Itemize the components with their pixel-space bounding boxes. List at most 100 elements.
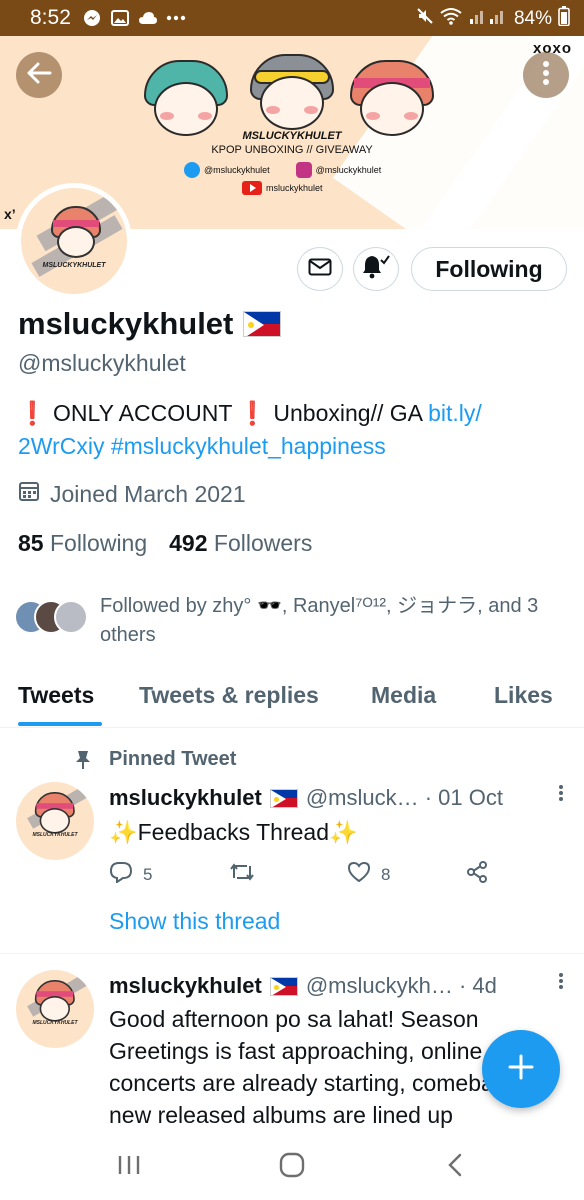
more-options-button[interactable] — [523, 52, 569, 98]
banner-twitter-handle: @msluckykhulet — [204, 165, 270, 175]
messenger-icon — [82, 8, 102, 28]
banner-brand: MSLUCKYKHULET — [242, 130, 342, 142]
reply-count: 5 — [143, 864, 153, 884]
avatar-label: MSLUCKYKHULET — [32, 832, 78, 838]
exclamation-icon: ❗ — [238, 400, 267, 426]
philippines-flag-icon — [269, 976, 298, 996]
notifications-button[interactable] — [353, 247, 399, 291]
profile-handle: @msluckykhulet — [18, 350, 186, 376]
tweet-author-name[interactable]: msluckykhulet — [109, 785, 262, 811]
display-name-text: msluckykhulet — [18, 306, 234, 341]
pin-icon — [74, 750, 92, 775]
home-button[interactable] — [277, 1152, 307, 1182]
like-count: 8 — [381, 864, 391, 884]
status-time: 8:52 — [30, 6, 71, 29]
twitter-icon — [184, 162, 200, 178]
like-button[interactable]: 8 — [347, 861, 465, 888]
tweet-more-button[interactable] — [558, 972, 564, 996]
envelope-icon — [308, 258, 332, 281]
youtube-icon — [242, 181, 262, 195]
gallery-icon — [110, 8, 130, 28]
following-count-link[interactable]: 85 Following — [18, 530, 147, 557]
back-nav-button[interactable] — [440, 1152, 470, 1182]
followed-by-text: Followed by zhy° 🕶️, Ranyel⁷ᴼ¹², ジョナラ, a… — [100, 595, 539, 646]
home-icon — [279, 1152, 305, 1183]
banner-youtube-handle: msluckykhulet — [266, 183, 323, 193]
following-label: Following — [49, 530, 148, 556]
following-count: 85 — [18, 530, 44, 556]
tweet-meta: @msluckykh… · 4d — [305, 973, 497, 998]
retweet-icon — [229, 862, 255, 887]
joined-date: Joined March 2021 — [18, 480, 246, 508]
tweet-meta: @msluck… · 01 Oct — [305, 785, 503, 810]
tweet-text: ✨Feedbacks Thread✨ — [109, 819, 358, 845]
banner-chibi-3 — [346, 56, 438, 140]
compose-tweet-button[interactable] — [482, 1030, 560, 1108]
retweet-button[interactable] — [229, 862, 347, 887]
banner-chibi-1 — [140, 56, 232, 140]
banner-tagline: KPOP UNBOXING // GIVEAWAY — [211, 144, 373, 156]
wifi-icon — [440, 7, 462, 31]
joined-text: Joined March 2021 — [50, 480, 246, 507]
bio-link-cont[interactable]: 2WrCxiy — [18, 433, 104, 459]
show-thread-link[interactable]: Show this thread — [109, 908, 280, 935]
tweet-more-button[interactable] — [558, 784, 564, 808]
reply-icon — [109, 861, 133, 888]
system-nav-bar — [0, 1134, 584, 1200]
profile-display-name: msluckykhulet — [18, 306, 282, 342]
tab-likes[interactable]: Likes — [494, 682, 553, 709]
bio-text-1: ONLY ACCOUNT — [46, 400, 239, 426]
chevron-left-icon — [447, 1153, 463, 1182]
tab-media[interactable]: Media — [371, 682, 436, 709]
philippines-flag-icon — [269, 788, 298, 808]
reply-button[interactable]: 5 — [109, 861, 229, 888]
battery-percent: 84% — [513, 8, 552, 29]
profile-bio: ❗ ONLY ACCOUNT ❗ Unboxing// GA bit.ly/2W… — [18, 397, 568, 463]
bell-check-icon — [361, 254, 391, 285]
share-button[interactable] — [465, 860, 489, 889]
bio-hashtag[interactable]: #msluckykhulet_happiness — [104, 433, 386, 459]
banner-twitter: @msluckykhulet — [184, 162, 270, 178]
followers-label: Followers — [213, 530, 313, 556]
share-icon — [465, 860, 489, 889]
tab-indicator — [18, 722, 102, 726]
avatar — [54, 600, 88, 634]
banner-instagram: @msluckykhulet — [295, 162, 381, 178]
signal-icon — [468, 7, 508, 31]
banner-xo-left: x’ — [4, 206, 16, 222]
follower-avatar-stack — [14, 600, 88, 636]
banner-youtube: msluckykhulet — [242, 181, 323, 195]
following-button[interactable]: Following — [411, 247, 567, 291]
followed-by[interactable]: Followed by zhy° 🕶️, Ranyel⁷ᴼ¹², ジョナラ, a… — [14, 592, 574, 650]
tweet-avatar[interactable]: MSLUCKYKHULET — [16, 782, 94, 860]
tweet-avatar[interactable]: MSLUCKYKHULET — [16, 970, 94, 1048]
back-button[interactable] — [16, 52, 62, 98]
followers-count-link[interactable]: 492 Followers — [169, 530, 312, 557]
heart-icon — [347, 861, 371, 888]
arrow-left-icon — [26, 62, 52, 89]
philippines-flag-icon — [243, 311, 282, 337]
pinned-label: Pinned Tweet — [109, 748, 237, 770]
cloud-icon — [138, 8, 158, 28]
calendar-icon — [18, 480, 40, 508]
more-dots-icon — [166, 8, 186, 28]
recents-icon — [117, 1154, 141, 1181]
battery-icon — [558, 6, 570, 32]
profile-avatar[interactable]: MSLUCKYKHULET — [16, 183, 132, 299]
status-bar: 8:52 84% — [0, 0, 584, 36]
profile-tabs: Tweets Tweets & replies Media Likes — [0, 672, 584, 728]
avatar-label: MSLUCKYKHULET — [32, 1020, 78, 1026]
followers-count: 492 — [169, 530, 208, 556]
message-button[interactable] — [297, 247, 343, 291]
bio-link[interactable]: bit.ly/ — [428, 400, 482, 426]
instagram-icon — [295, 162, 312, 178]
mute-icon — [416, 7, 434, 31]
recents-button[interactable] — [114, 1152, 144, 1182]
tweet-pinned[interactable]: Pinned Tweet MSLUCKYKHULET msluckykhulet… — [0, 730, 584, 953]
tab-tweets[interactable]: Tweets — [18, 682, 94, 709]
tweet-author-name[interactable]: msluckykhulet — [109, 973, 262, 999]
exclamation-icon: ❗ — [18, 400, 47, 426]
banner-chibi-2 — [246, 50, 338, 134]
tab-tweets-replies[interactable]: Tweets & replies — [139, 682, 319, 709]
more-vertical-icon — [542, 60, 550, 91]
